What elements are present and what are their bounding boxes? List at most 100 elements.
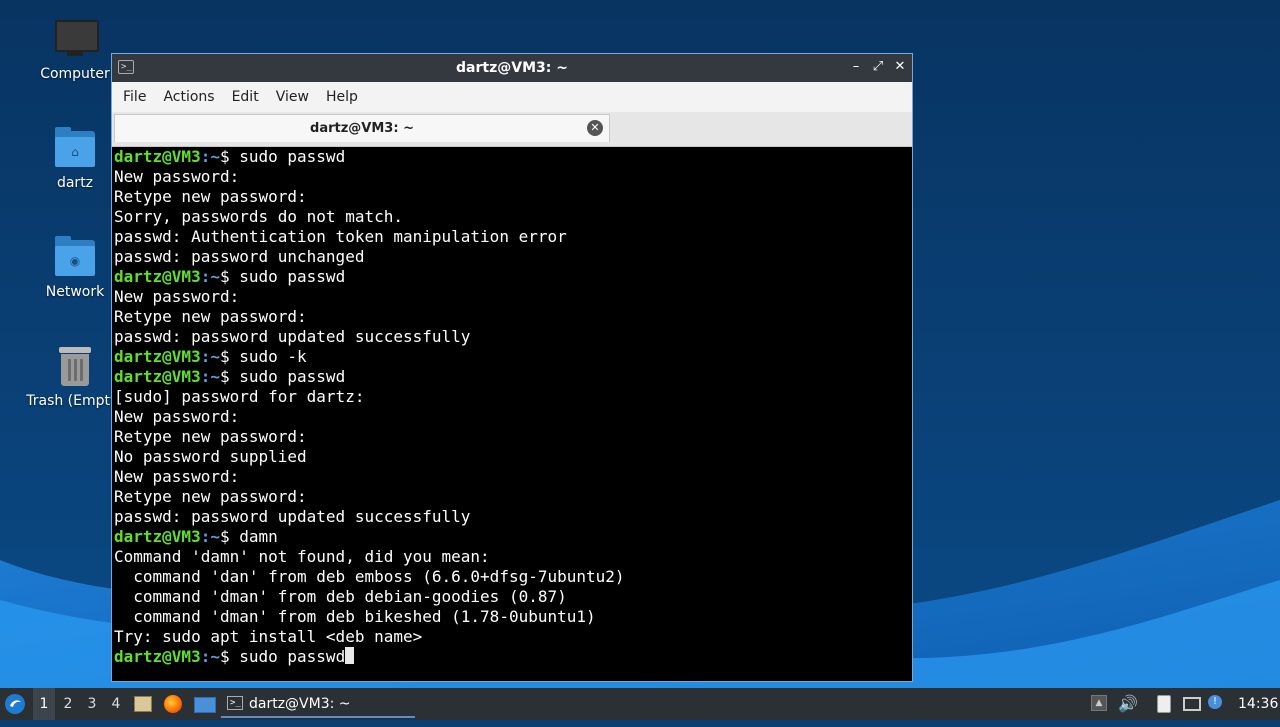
lubuntu-logo-icon bbox=[5, 694, 25, 714]
prompt-sign: $ bbox=[219, 267, 240, 286]
terminal-output-line: command 'dman' from deb debian-goodies (… bbox=[114, 587, 912, 607]
output-text: Retype new password: bbox=[114, 187, 307, 206]
volume-icon[interactable]: 🔊 bbox=[1118, 695, 1138, 713]
tab-title: dartz@VM3: ~ bbox=[310, 121, 414, 136]
prompt-path: :~ bbox=[200, 647, 220, 666]
taskbar-item-terminal[interactable]: >_ dartz@VM3: ~ bbox=[221, 690, 415, 718]
window-title: dartz@VM3: ~ bbox=[456, 60, 568, 76]
terminal-window[interactable]: >_ dartz@VM3: ~ – ⤢ ✕ File Actions Edit … bbox=[111, 53, 913, 682]
home-folder-icon: ⌂ bbox=[53, 127, 97, 171]
output-text: Retype new password: bbox=[114, 427, 307, 446]
output-text: New password: bbox=[114, 287, 240, 306]
prompt-path: :~ bbox=[200, 347, 220, 366]
workspace-1[interactable]: 1 bbox=[33, 688, 55, 720]
terminal-output-line: passwd: password updated successfully bbox=[114, 327, 912, 347]
output-text: Retype new password: bbox=[114, 307, 307, 326]
output-text: passwd: Authentication token manipulatio… bbox=[114, 227, 567, 246]
terminal-output-line: Command 'damn' not found, did you mean: bbox=[114, 547, 912, 567]
show-desktop-icon[interactable] bbox=[194, 695, 216, 713]
menu-help[interactable]: Help bbox=[319, 89, 368, 105]
prompt-sign: $ bbox=[219, 527, 240, 546]
prompt-user: dartz@VM3 bbox=[114, 647, 201, 666]
output-text: Try: sudo apt install <deb name> bbox=[114, 627, 423, 646]
terminal-output-line: New password: bbox=[114, 167, 912, 187]
terminal-command-line: dartz@VM3:~$ sudo passwd bbox=[114, 147, 912, 167]
start-menu-button[interactable] bbox=[4, 688, 28, 720]
terminal-command-line: dartz@VM3:~$ sudo -k bbox=[114, 347, 912, 367]
taskbar-item-label: dartz@VM3: ~ bbox=[249, 696, 351, 712]
output-text: New password: bbox=[114, 467, 240, 486]
output-text: passwd: password unchanged bbox=[114, 247, 365, 266]
network-monitor-icon[interactable] bbox=[1183, 695, 1201, 713]
terminal-output-line: passwd: password unchanged bbox=[114, 247, 912, 267]
tab-close-icon[interactable]: ✕ bbox=[587, 120, 603, 136]
terminal-output-line: New password: bbox=[114, 407, 912, 427]
output-text: command 'dan' from deb emboss (6.6.0+dfs… bbox=[114, 567, 625, 586]
trash-icon bbox=[53, 345, 97, 389]
title-bar[interactable]: >_ dartz@VM3: ~ – ⤢ ✕ bbox=[112, 54, 912, 82]
workspace-2[interactable]: 2 bbox=[57, 688, 79, 720]
taskbar: 1 2 3 4 >_ dartz@VM3: ~ ▲ 🔊 ! 14:36 bbox=[0, 688, 1280, 720]
output-text: Retype new password: bbox=[114, 487, 307, 506]
terminal-output-line: [sudo] password for dartz: bbox=[114, 387, 912, 407]
prompt-sign: $ bbox=[219, 647, 240, 666]
output-text: New password: bbox=[114, 167, 240, 186]
prompt-user: dartz@VM3 bbox=[114, 147, 201, 166]
workspace-3[interactable]: 3 bbox=[81, 688, 103, 720]
maximize-button[interactable]: ⤢ bbox=[870, 59, 886, 75]
tab-bar: dartz@VM3: ~ ✕ bbox=[112, 112, 912, 147]
terminal-output-line: command 'dan' from deb emboss (6.6.0+dfs… bbox=[114, 567, 912, 587]
prompt-user: dartz@VM3 bbox=[114, 367, 201, 386]
terminal-output-line: Retype new password: bbox=[114, 487, 912, 507]
prompt-sign: $ bbox=[219, 347, 240, 366]
tab-terminal[interactable]: dartz@VM3: ~ ✕ bbox=[114, 114, 610, 142]
menu-actions[interactable]: Actions bbox=[156, 89, 224, 105]
output-text: Sorry, passwords do not match. bbox=[114, 207, 403, 226]
command-text: sudo passwd bbox=[239, 147, 346, 166]
terminal-output-line: Retype new password: bbox=[114, 307, 912, 327]
prompt-user: dartz@VM3 bbox=[114, 267, 201, 286]
output-text: command 'dman' from deb bikeshed (1.78-0… bbox=[114, 607, 596, 626]
prompt-sign: $ bbox=[219, 147, 240, 166]
clipboard-icon[interactable] bbox=[1157, 695, 1175, 713]
menu-file[interactable]: File bbox=[116, 89, 156, 105]
file-manager-icon[interactable] bbox=[134, 695, 152, 713]
menu-view[interactable]: View bbox=[269, 89, 319, 105]
prompt-path: :~ bbox=[200, 147, 220, 166]
terminal-output-line: command 'dman' from deb bikeshed (1.78-0… bbox=[114, 607, 912, 627]
terminal-output-line: passwd: password updated successfully bbox=[114, 507, 912, 527]
terminal-command-line: dartz@VM3:~$ sudo passwd bbox=[114, 647, 912, 667]
menu-bar: File Actions Edit View Help bbox=[112, 82, 912, 112]
close-button[interactable]: ✕ bbox=[892, 59, 908, 75]
clock[interactable]: 14:36 bbox=[1238, 688, 1278, 720]
terminal-command-line: dartz@VM3:~$ sudo passwd bbox=[114, 367, 912, 387]
output-text: Command 'damn' not found, did you mean: bbox=[114, 547, 490, 566]
update-notifier-icon[interactable]: ! bbox=[1208, 695, 1226, 713]
terminal-task-icon: >_ bbox=[227, 696, 243, 710]
terminal-output-line: Sorry, passwords do not match. bbox=[114, 207, 912, 227]
menu-edit[interactable]: Edit bbox=[225, 89, 269, 105]
output-text: [sudo] password for dartz: bbox=[114, 387, 365, 406]
tray-arrow-icon[interactable]: ▲ bbox=[1091, 695, 1109, 713]
prompt-path: :~ bbox=[200, 267, 220, 286]
output-text: passwd: password updated successfully bbox=[114, 327, 471, 346]
terminal-output-line: No password supplied bbox=[114, 447, 912, 467]
command-text: sudo -k bbox=[239, 347, 307, 366]
terminal-output-line: New password: bbox=[114, 467, 912, 487]
prompt-sign: $ bbox=[219, 367, 240, 386]
prompt-user: dartz@VM3 bbox=[114, 527, 201, 546]
prompt-path: :~ bbox=[200, 367, 220, 386]
output-text: New password: bbox=[114, 407, 240, 426]
terminal-output[interactable]: dartz@VM3:~$ sudo passwd New password: Ret… bbox=[114, 147, 912, 681]
minimize-button[interactable]: – bbox=[848, 59, 864, 75]
network-folder-icon: ◉ bbox=[53, 236, 97, 280]
workspace-4[interactable]: 4 bbox=[105, 688, 127, 720]
text-cursor bbox=[345, 647, 355, 664]
output-text: passwd: password updated successfully bbox=[114, 507, 471, 526]
terminal-output-line: Try: sudo apt install <deb name> bbox=[114, 627, 912, 647]
terminal-output-line: New password: bbox=[114, 287, 912, 307]
prompt-path: :~ bbox=[200, 527, 220, 546]
terminal-output-line: Retype new password: bbox=[114, 427, 912, 447]
firefox-icon[interactable] bbox=[164, 695, 182, 713]
output-text: No password supplied bbox=[114, 447, 307, 466]
